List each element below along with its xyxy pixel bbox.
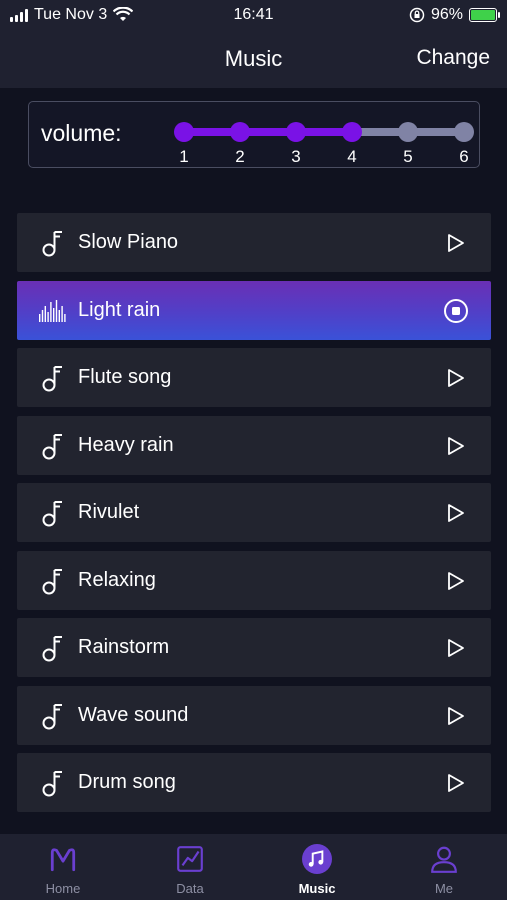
song-row[interactable]: Slow Piano (17, 213, 491, 272)
volume-stop-1[interactable] (174, 122, 194, 142)
volume-control: volume: 1 2 3 4 5 6 (28, 101, 480, 168)
volume-slider-track[interactable] (184, 128, 464, 136)
volume-level-label: 4 (347, 147, 357, 166)
play-icon[interactable] (447, 233, 465, 253)
song-title: Drum song (78, 771, 176, 793)
play-icon[interactable] (447, 773, 465, 793)
orientation-lock-icon (409, 7, 425, 23)
music-note-icon (42, 231, 62, 257)
play-icon[interactable] (447, 503, 465, 523)
music-note-icon (302, 844, 332, 874)
song-title: Relaxing (78, 568, 156, 591)
play-icon[interactable] (447, 638, 465, 658)
song-row[interactable]: Rivulet (17, 483, 491, 542)
battery-percent: 96% (430, 6, 463, 23)
waveform-icon (39, 299, 66, 322)
volume-stop-2[interactable] (230, 122, 250, 142)
volume-level-label: 3 (291, 147, 301, 166)
song-title: Slow Piano (78, 231, 179, 253)
tab-label: Music (298, 881, 336, 896)
music-note-icon (42, 636, 62, 662)
tab-label: Data (176, 881, 204, 896)
music-note-icon (42, 433, 62, 459)
song-row[interactable]: Rainstorm (17, 618, 491, 677)
song-row[interactable]: Heavy rain (17, 415, 491, 475)
status-right: 96% (409, 6, 500, 24)
home-logo-icon (50, 848, 76, 872)
volume-label: volume: (41, 120, 122, 146)
chart-icon (177, 846, 203, 872)
tab-label: Me (434, 881, 454, 896)
song-title: Light rain (78, 298, 161, 321)
song-title: Wave sound (78, 703, 189, 726)
song-row[interactable]: Flute song (17, 348, 491, 407)
music-note-icon (42, 501, 62, 527)
music-note-icon (42, 771, 62, 797)
tab-label: Home (45, 881, 81, 896)
song-row[interactable]: Wave sound (17, 685, 491, 745)
song-title: Flute song (78, 366, 172, 388)
song-row[interactable]: Light rain (17, 280, 491, 340)
play-icon[interactable] (447, 571, 465, 591)
song-title: Rivulet (78, 501, 140, 523)
battery-icon (469, 8, 500, 22)
person-icon (431, 846, 457, 873)
volume-level-label: 1 (179, 147, 189, 166)
tab-music[interactable]: Music (254, 834, 380, 900)
tab-data[interactable]: Data (127, 834, 253, 900)
volume-stop-6[interactable] (454, 122, 474, 142)
music-note-icon (42, 568, 62, 594)
stop-icon[interactable] (443, 298, 469, 324)
song-title: Heavy rain (78, 433, 174, 456)
music-note-icon (42, 366, 62, 392)
tab-bar: Home Data Music Me (0, 834, 507, 900)
status-bar: Tue Nov 3 16:41 96% (0, 0, 507, 30)
play-icon[interactable] (447, 706, 465, 726)
volume-level-label: 5 (403, 147, 413, 166)
volume-level-label: 6 (459, 147, 469, 166)
tab-home[interactable]: Home (0, 834, 126, 900)
song-title: Rainstorm (78, 636, 170, 658)
song-row[interactable]: Relaxing (17, 550, 491, 610)
volume-slider-fill (184, 128, 352, 136)
volume-stop-4[interactable] (342, 122, 362, 142)
song-row[interactable]: Drum song (17, 753, 491, 812)
play-icon[interactable] (447, 368, 465, 388)
volume-level-label: 2 (235, 147, 245, 166)
music-note-icon (42, 703, 62, 729)
play-icon[interactable] (447, 436, 465, 456)
change-button[interactable]: Change (416, 46, 490, 70)
volume-stop-3[interactable] (286, 122, 306, 142)
volume-stop-5[interactable] (398, 122, 418, 142)
nav-bar: Music Change (0, 30, 507, 88)
tab-me[interactable]: Me (381, 834, 507, 900)
